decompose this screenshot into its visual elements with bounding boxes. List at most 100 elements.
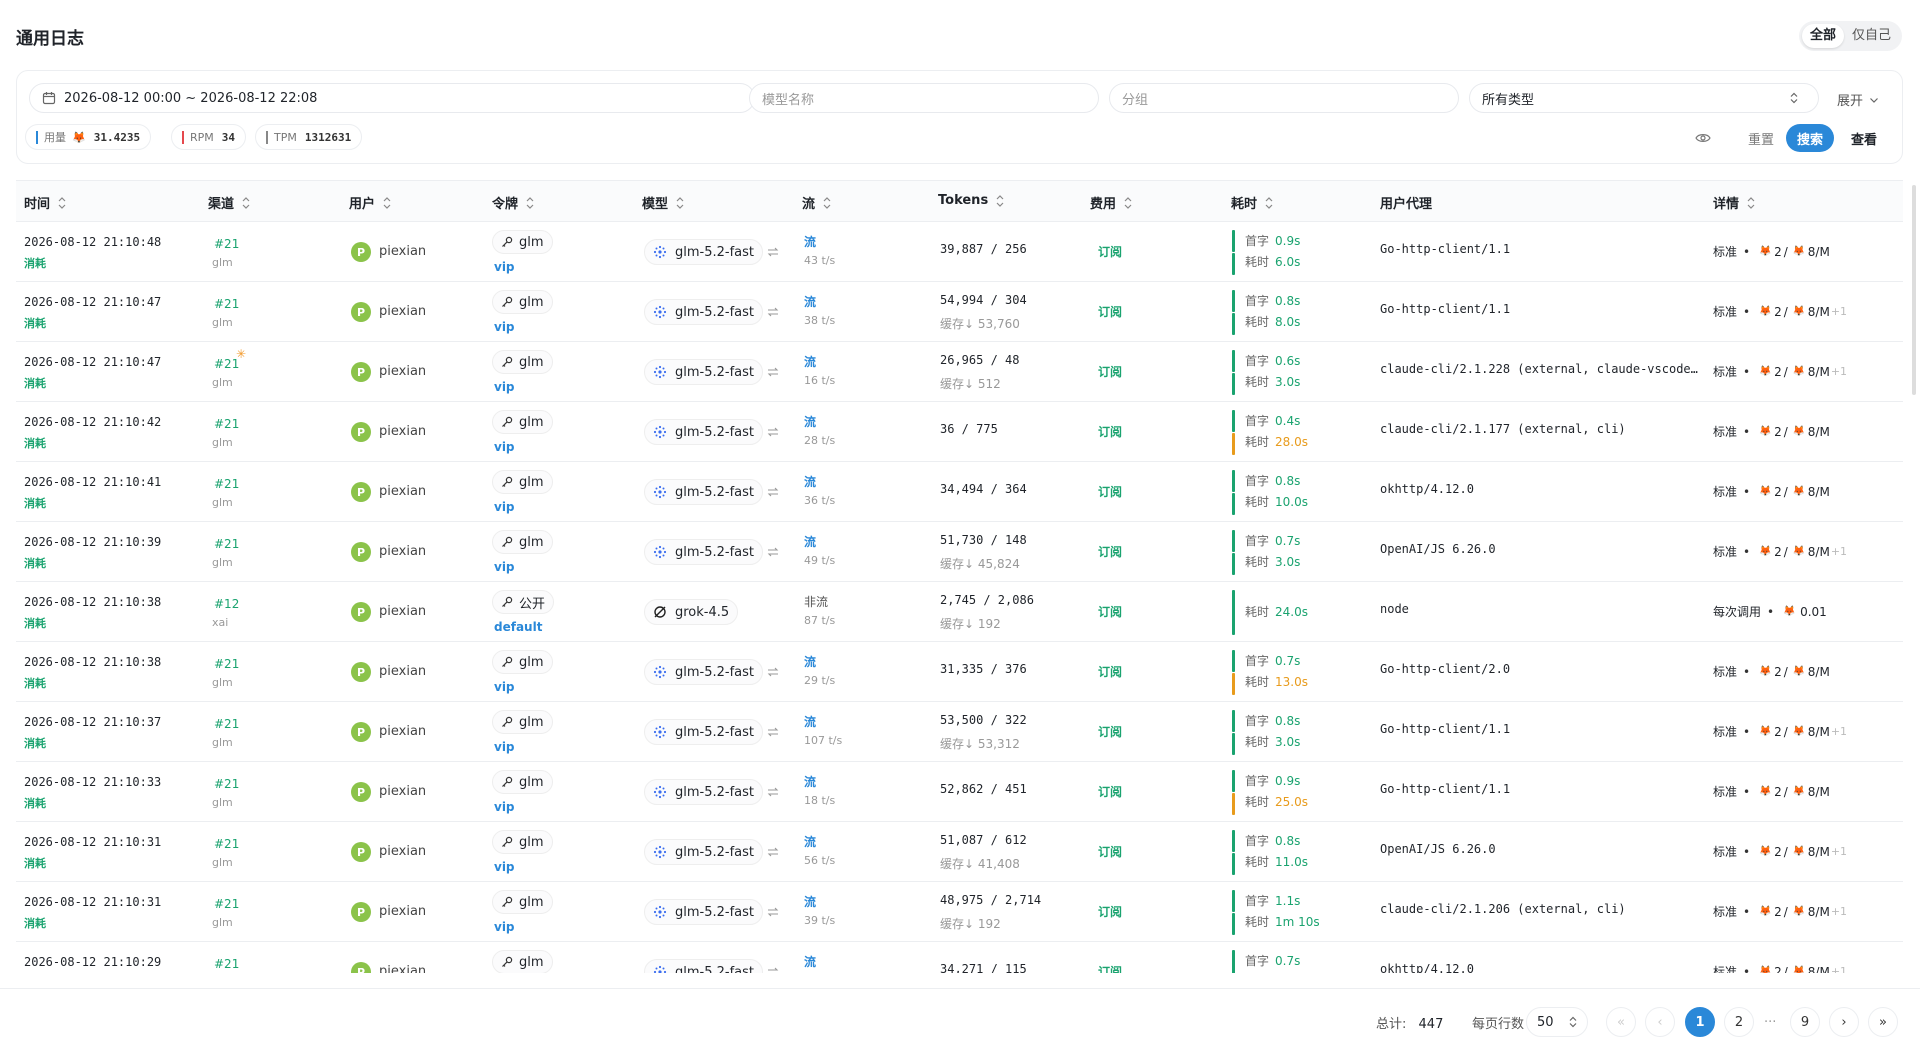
- swap-model-button[interactable]: [766, 484, 780, 498]
- table-row[interactable]: 2026-08-12 21:10:39 消耗 #21 glm P piexian…: [16, 522, 1903, 582]
- token-tag[interactable]: glm: [492, 650, 553, 674]
- channel-id[interactable]: #12: [214, 597, 239, 611]
- model-tag[interactable]: glm-5.2-fast: [644, 299, 763, 325]
- column-header-model[interactable]: 模型: [642, 193, 684, 212]
- reset-button[interactable]: 重置: [1737, 124, 1785, 152]
- view-button[interactable]: 查看: [1840, 124, 1888, 152]
- token-tag[interactable]: glm: [492, 770, 553, 794]
- channel-id[interactable]: #21: [214, 957, 239, 971]
- table-row[interactable]: 2026-08-12 21:10:31 消耗 #21 glm P piexian…: [16, 822, 1903, 882]
- table-row[interactable]: 2026-08-12 21:10:42 消耗 #21 glm P piexian…: [16, 402, 1903, 462]
- table-scrollbar[interactable]: [1912, 185, 1916, 395]
- user-name[interactable]: piexian: [379, 904, 426, 919]
- column-header-tokens[interactable]: Tokens: [938, 193, 1004, 208]
- table-row[interactable]: 2026-08-12 21:10:33 消耗 #21 glm P piexian…: [16, 762, 1903, 822]
- table-row[interactable]: 2026-08-12 21:10:38 消耗 #12 xai P piexian…: [16, 582, 1903, 642]
- user-name[interactable]: piexian: [379, 964, 426, 973]
- table-row[interactable]: 2026-08-12 21:10:47 消耗 #21 glm P piexian…: [16, 282, 1903, 342]
- user-name[interactable]: piexian: [379, 304, 426, 319]
- column-header-token[interactable]: 令牌: [492, 193, 534, 212]
- channel-id[interactable]: #21: [214, 297, 239, 311]
- first-page-button[interactable]: «: [1606, 1007, 1636, 1037]
- channel-id[interactable]: #21: [214, 237, 239, 251]
- scope-all-button[interactable]: 全部: [1801, 24, 1844, 48]
- swap-model-button[interactable]: [766, 364, 780, 378]
- token-tag[interactable]: glm: [492, 710, 553, 734]
- page-button-1[interactable]: 1: [1685, 1007, 1715, 1037]
- user-name[interactable]: piexian: [379, 544, 426, 559]
- last-page-button[interactable]: »: [1868, 1007, 1898, 1037]
- swap-model-button[interactable]: [766, 664, 780, 678]
- column-header-stream[interactable]: 流: [802, 193, 831, 212]
- swap-model-button[interactable]: [766, 844, 780, 858]
- user-name[interactable]: piexian: [379, 244, 426, 259]
- token-tag[interactable]: glm: [492, 890, 553, 914]
- expand-toggle[interactable]: 展开: [1837, 90, 1880, 109]
- swap-model-button[interactable]: [766, 784, 780, 798]
- page-button-9[interactable]: 9: [1790, 1007, 1820, 1037]
- channel-id[interactable]: #21: [214, 417, 239, 431]
- token-tag[interactable]: glm: [492, 410, 553, 434]
- table-row[interactable]: 2026-08-12 21:10:29 #21 P piexian glm gl…: [16, 942, 1903, 973]
- model-tag[interactable]: glm-5.2-fast: [644, 839, 763, 865]
- model-tag[interactable]: glm-5.2-fast: [644, 959, 763, 973]
- token-tag[interactable]: glm: [492, 830, 553, 854]
- model-tag[interactable]: glm-5.2-fast: [644, 539, 763, 565]
- channel-id[interactable]: #21: [214, 477, 239, 491]
- user-name[interactable]: piexian: [379, 844, 426, 859]
- model-tag[interactable]: glm-5.2-fast: [644, 899, 763, 925]
- swap-model-button[interactable]: [766, 904, 780, 918]
- model-tag[interactable]: grok-4.5: [644, 599, 739, 625]
- model-name-input[interactable]: 模型名称: [749, 83, 1099, 113]
- column-header-channel[interactable]: 渠道: [208, 193, 250, 212]
- toggle-visibility-button[interactable]: [1689, 124, 1717, 152]
- swap-model-button[interactable]: [766, 424, 780, 438]
- swap-model-button[interactable]: [766, 304, 780, 318]
- token-tag[interactable]: glm: [492, 290, 553, 314]
- swap-model-button[interactable]: [766, 244, 780, 258]
- column-header-user[interactable]: 用户: [349, 193, 391, 212]
- next-page-button[interactable]: ›: [1829, 1007, 1859, 1037]
- column-header-detail[interactable]: 详情: [1713, 193, 1755, 212]
- user-name[interactable]: piexian: [379, 604, 426, 619]
- group-input[interactable]: 分组: [1109, 83, 1459, 113]
- channel-id[interactable]: #21: [214, 777, 239, 791]
- token-tag[interactable]: glm: [492, 530, 553, 554]
- model-tag[interactable]: glm-5.2-fast: [644, 419, 763, 445]
- table-row[interactable]: 2026-08-12 21:10:38 消耗 #21 glm P piexian…: [16, 642, 1903, 702]
- prev-page-button[interactable]: ‹: [1645, 1007, 1675, 1037]
- model-tag[interactable]: glm-5.2-fast: [644, 239, 763, 265]
- channel-id[interactable]: #21: [214, 657, 239, 671]
- channel-id[interactable]: #21: [214, 537, 239, 551]
- token-tag[interactable]: glm: [492, 230, 553, 254]
- channel-id[interactable]: #21: [214, 717, 239, 731]
- table-row[interactable]: 2026-08-12 21:10:41 消耗 #21 glm P piexian…: [16, 462, 1903, 522]
- column-header-latency[interactable]: 耗时: [1231, 193, 1273, 212]
- user-name[interactable]: piexian: [379, 424, 426, 439]
- search-button[interactable]: 搜索: [1786, 124, 1834, 152]
- per-page-select[interactable]: 50: [1526, 1007, 1588, 1037]
- page-button-2[interactable]: 2: [1724, 1007, 1754, 1037]
- model-tag[interactable]: glm-5.2-fast: [644, 359, 763, 385]
- model-tag[interactable]: glm-5.2-fast: [644, 479, 763, 505]
- swap-model-button[interactable]: [766, 724, 780, 738]
- table-row[interactable]: 2026-08-12 21:10:48 消耗 #21 glm P piexian…: [16, 222, 1903, 282]
- user-name[interactable]: piexian: [379, 724, 426, 739]
- model-tag[interactable]: glm-5.2-fast: [644, 719, 763, 745]
- model-tag[interactable]: glm-5.2-fast: [644, 659, 763, 685]
- column-header-time[interactable]: 时间: [24, 193, 66, 212]
- token-tag[interactable]: glm: [492, 470, 553, 494]
- token-tag[interactable]: 公开: [492, 590, 555, 614]
- user-name[interactable]: piexian: [379, 484, 426, 499]
- user-name[interactable]: piexian: [379, 784, 426, 799]
- channel-id[interactable]: #21: [214, 837, 239, 851]
- user-name[interactable]: piexian: [379, 364, 426, 379]
- token-tag[interactable]: glm: [492, 350, 553, 374]
- table-row[interactable]: 2026-08-12 21:10:37 消耗 #21 glm P piexian…: [16, 702, 1903, 762]
- swap-model-button[interactable]: [766, 964, 780, 973]
- table-row[interactable]: 2026-08-12 21:10:47 消耗 #21 ✳ glm P piexi…: [16, 342, 1903, 402]
- token-tag[interactable]: glm: [492, 950, 553, 973]
- swap-model-button[interactable]: [766, 544, 780, 558]
- type-select[interactable]: 所有类型: [1469, 83, 1819, 113]
- model-tag[interactable]: glm-5.2-fast: [644, 779, 763, 805]
